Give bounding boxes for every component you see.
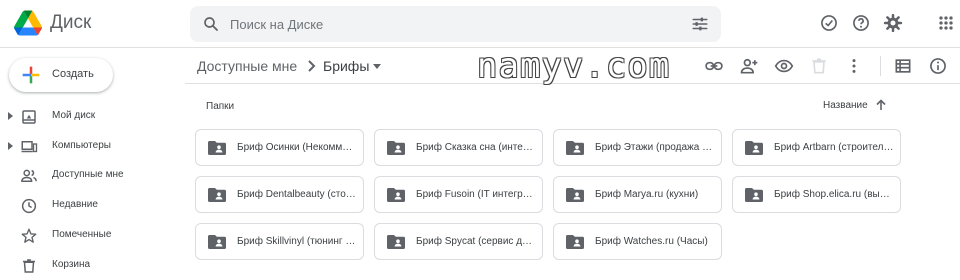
more-vertical-icon[interactable] <box>844 56 864 76</box>
clock-icon <box>21 198 37 214</box>
sidebar-item-label: Мой диск <box>52 110 96 121</box>
folder-name: Бриф Fusoin (IT интеграция) <box>416 189 536 200</box>
list-view-icon[interactable] <box>893 56 913 76</box>
search-box[interactable] <box>190 6 721 42</box>
search-input[interactable] <box>230 6 670 42</box>
folder-card[interactable]: Бриф Dentalbeauty (стоматология) <box>195 176 364 213</box>
offline-status-icon[interactable] <box>819 13 839 33</box>
folder-name: Бриф Dentalbeauty (стоматология) <box>237 189 357 200</box>
sidebar-item-label: Корзина <box>52 259 91 270</box>
help-icon[interactable] <box>851 13 871 33</box>
search-icon[interactable] <box>202 15 220 33</box>
trash-icon <box>23 259 35 273</box>
folders-section-label: Папки <box>206 101 235 112</box>
folder-card[interactable]: Бриф Осинки (Некоммерческая организация) <box>195 129 364 166</box>
shared-folder-icon <box>387 188 405 202</box>
shared-folder-icon <box>745 141 763 155</box>
folder-name: Бриф Skillvinyl (тюнинг авто) <box>237 236 357 247</box>
preview-eye-icon[interactable] <box>774 56 794 76</box>
sort-by-name[interactable]: Название <box>823 100 868 111</box>
shared-folder-icon <box>566 141 584 155</box>
computers-icon <box>21 141 38 153</box>
search-options-icon[interactable] <box>691 15 709 33</box>
expand-arrow-icon[interactable] <box>8 142 13 150</box>
chevron-down-icon[interactable] <box>373 64 381 69</box>
folder-card[interactable]: Бриф Shop.elica.ru (вытяжки) <box>732 176 901 213</box>
folder-name: Бриф Этажи (продажа недвижимости) <box>595 142 715 153</box>
folder-card[interactable]: Бриф Этажи (продажа недвижимости) <box>553 129 722 166</box>
folder-name: Бриф Spycat (сервис для сайтов) <box>416 236 536 247</box>
folder-card[interactable]: Бриф Spycat (сервис для сайтов) <box>374 223 543 260</box>
star-icon <box>21 228 37 243</box>
shared-folder-icon <box>208 141 226 155</box>
folder-card[interactable]: Бриф Fusoin (IT интеграция) <box>374 176 543 213</box>
folder-name: Бриф Watches.ru (Часы) <box>595 236 708 247</box>
folder-card[interactable]: Бриф Artbarn (строительство) <box>732 129 901 166</box>
arrow-up-icon[interactable] <box>874 98 888 112</box>
sidebar-item-starred[interactable]: Помеченные <box>0 221 180 249</box>
sidebar-item-label: Компьютеры <box>52 140 111 151</box>
folder-name: Бриф Осинки (Некоммерческая организация) <box>237 142 357 153</box>
apps-grid-icon[interactable] <box>936 13 956 33</box>
sidebar-item-shared[interactable]: Доступные мне <box>0 161 180 189</box>
sidebar-item-label: Недавние <box>52 199 98 210</box>
shared-folder-icon <box>745 188 763 202</box>
folder-card[interactable]: Бриф Skillvinyl (тюнинг авто) <box>195 223 364 260</box>
info-icon[interactable] <box>928 56 948 76</box>
shared-icon <box>21 169 37 182</box>
folder-card[interactable]: Бриф Сказка сна (интернет-магазин) <box>374 129 543 166</box>
create-button[interactable]: Создать <box>9 58 113 92</box>
drive-logo-icon[interactable] <box>14 10 42 36</box>
plus-icon <box>22 66 40 84</box>
chevron-right-icon <box>308 60 316 72</box>
create-label: Создать <box>52 68 94 80</box>
shared-folder-icon <box>387 235 405 249</box>
shared-folder-icon <box>208 188 226 202</box>
sidebar-item-recent[interactable]: Недавние <box>0 191 180 219</box>
sidebar-item-trash[interactable]: Корзина <box>0 251 180 279</box>
sidebar-item-computers[interactable]: Компьютеры <box>0 132 180 160</box>
sidebar-item-label: Доступные мне <box>52 169 124 180</box>
sidebar-item-label: Помеченные <box>52 229 112 240</box>
trash-icon <box>812 58 826 74</box>
folder-card[interactable]: Бриф Marya.ru (кухни) <box>553 176 722 213</box>
add-person-icon[interactable] <box>739 56 759 76</box>
settings-gear-icon[interactable] <box>883 13 903 33</box>
expand-arrow-icon[interactable] <box>8 112 13 120</box>
my-drive-icon <box>22 110 36 124</box>
top-bar: Диск <box>0 0 960 48</box>
folder-name: Бриф Marya.ru (кухни) <box>595 189 699 200</box>
watermark: namyv.com <box>477 46 671 86</box>
shared-folder-icon <box>566 235 584 249</box>
shared-folder-icon <box>387 141 405 155</box>
toolbar-divider <box>880 56 881 76</box>
folder-name: Бриф Сказка сна (интернет-магазин) <box>416 142 536 153</box>
folder-card[interactable]: Бриф Watches.ru (Часы) <box>553 223 722 260</box>
folder-name: Бриф Shop.elica.ru (вытяжки) <box>774 189 894 200</box>
shared-folder-icon <box>208 235 226 249</box>
sidebar-item-my-drive[interactable]: Мой диск <box>0 102 180 130</box>
shared-folder-icon <box>566 188 584 202</box>
breadcrumb-current[interactable]: Брифы <box>323 58 369 74</box>
app-name: Диск <box>50 12 92 33</box>
link-icon[interactable] <box>704 56 724 76</box>
breadcrumb-root[interactable]: Доступные мне <box>197 58 297 74</box>
folder-name: Бриф Artbarn (строительство) <box>774 142 894 153</box>
